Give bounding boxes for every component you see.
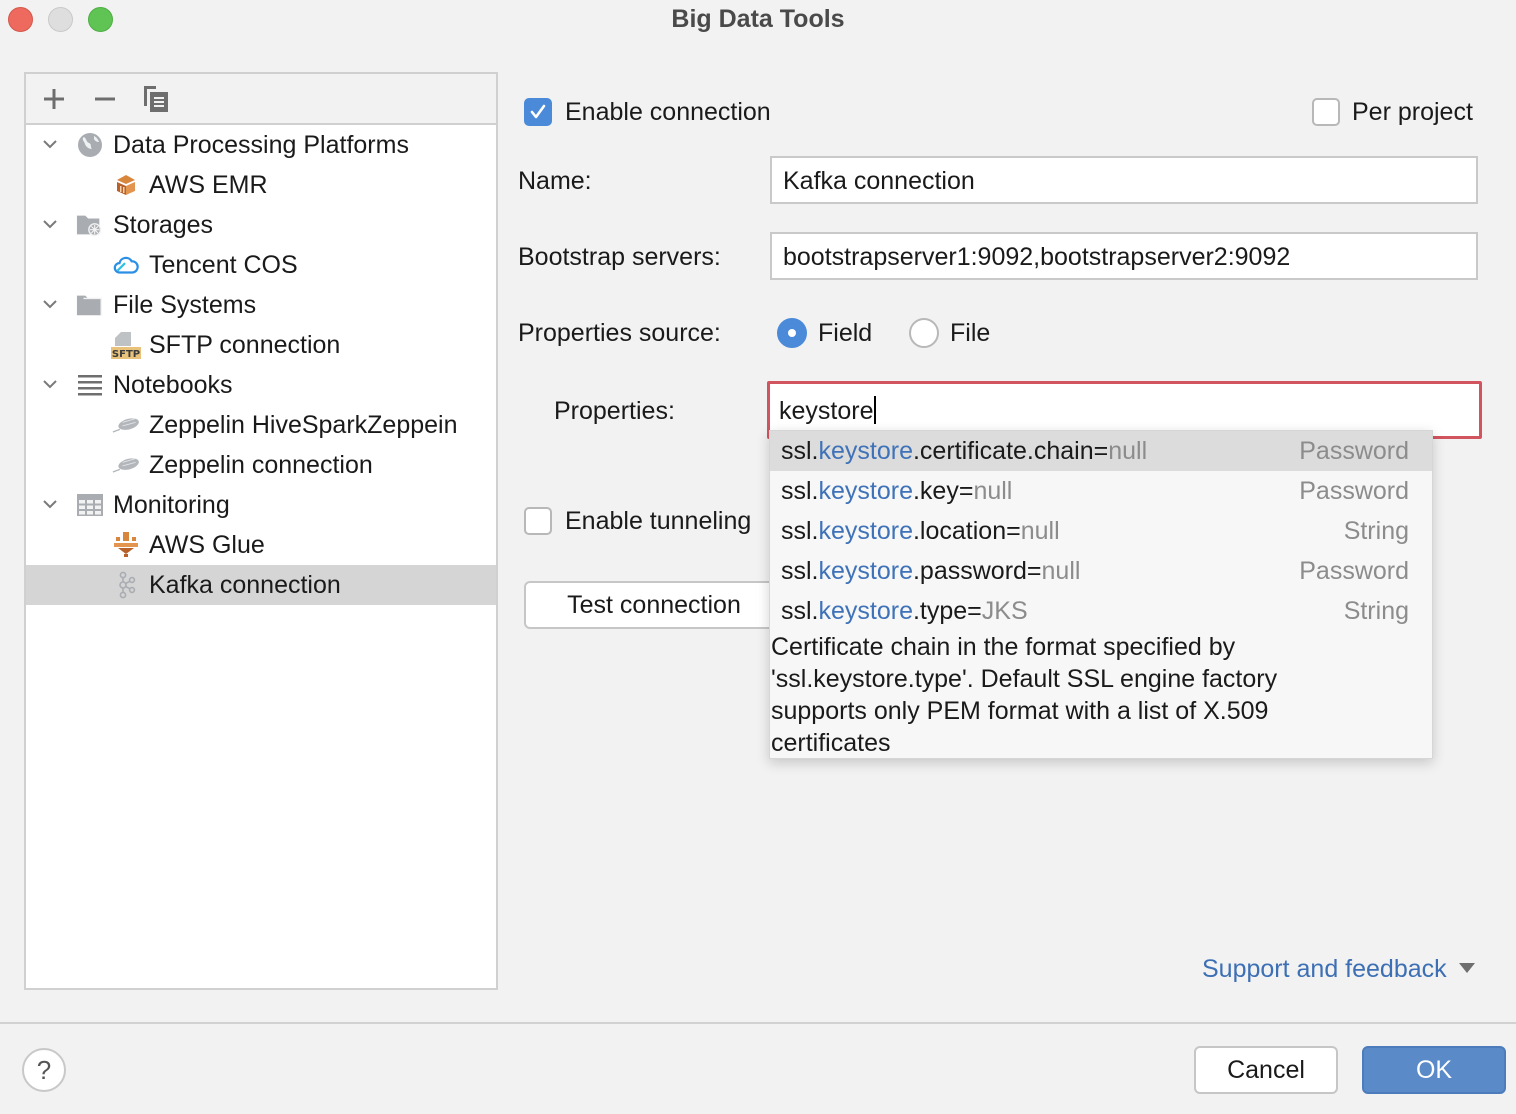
tree-item-aws-emr[interactable]: AWS EMR (26, 165, 496, 205)
tree-item-label: Tencent COS (149, 251, 298, 279)
properties-input-text: keystore (779, 397, 874, 425)
title-bar: Big Data Tools (0, 0, 1516, 40)
per-project-label: Per project (1352, 98, 1473, 126)
minus-icon (95, 97, 115, 101)
ok-button[interactable]: OK (1362, 1046, 1506, 1094)
completion-item-key: ssl.keystore.key=null (781, 477, 1013, 505)
completion-item-type: Password (1299, 477, 1409, 505)
tree-item-label: Notebooks (113, 371, 233, 399)
completion-item-key: ssl.keystore.type=JKS (781, 597, 1028, 625)
chevron-down-icon[interactable] (40, 214, 60, 234)
properties-source-field-label: Field (818, 319, 873, 347)
bootstrap-servers-input[interactable]: bootstrapserver1:9092,bootstrapserver2:9… (770, 232, 1478, 280)
test-connection-button[interactable]: Test connection (524, 581, 784, 629)
tree-group-notebooks[interactable]: Notebooks (26, 365, 496, 405)
tree-item-label: Storages (113, 211, 214, 239)
tree-item-aws-glue[interactable]: AWS Glue (26, 525, 496, 565)
properties-source-file-label: File (950, 319, 991, 347)
completion-item-key: ssl.keystore.location=null (781, 517, 1060, 545)
properties-label: Properties: (554, 397, 675, 425)
tree-item-label: Zeppelin connection (149, 451, 373, 479)
completion-item[interactable]: ssl.keystore.certificate.chain=null Pass… (770, 431, 1432, 471)
name-label: Name: (518, 167, 592, 195)
tree-group-storages[interactable]: Storages (26, 205, 496, 245)
zeppelin-icon (112, 451, 140, 479)
tencent-cloud-icon (112, 251, 140, 279)
completion-item-type: Password (1299, 437, 1409, 465)
tree-item-label: AWS EMR (149, 171, 268, 199)
globe-icon (76, 131, 104, 159)
completion-item-type: Password (1299, 557, 1409, 585)
enable-tunneling-label: Enable tunneling (565, 507, 752, 535)
chevron-down-icon[interactable] (40, 134, 60, 154)
chevron-down-icon[interactable] (40, 494, 60, 514)
storage-folder-icon (76, 211, 104, 239)
completion-item-type: String (1343, 597, 1409, 625)
tree-item-label: Kafka connection (149, 571, 341, 599)
tree-item-zeppelin-connection[interactable]: Zeppelin connection (26, 445, 496, 485)
completion-popup: ssl.keystore.certificate.chain=null Pass… (769, 430, 1433, 759)
tree-item-label: Monitoring (113, 491, 230, 519)
per-project-checkbox[interactable] (1312, 98, 1340, 126)
tree-item-label: File Systems (113, 291, 257, 319)
tree-group-monitoring[interactable]: Monitoring (26, 485, 496, 525)
tree-item-label: Data Processing Platforms (113, 131, 409, 159)
tree-item-sftp-connection[interactable]: SFTP SFTP connection (26, 325, 496, 365)
table-grid-icon (76, 491, 104, 519)
connections-tree-panel: Data Processing Platforms AWS EMR Storag… (24, 72, 498, 990)
properties-source-label: Properties source: (518, 319, 721, 347)
dropdown-arrow-icon (1458, 963, 1475, 973)
tree-group-data-processing-platforms[interactable]: Data Processing Platforms (26, 125, 496, 165)
support-and-feedback-link[interactable]: Support and feedback (1202, 955, 1476, 984)
text-caret (874, 396, 877, 424)
completion-item[interactable]: ssl.keystore.key=null Password (770, 471, 1432, 511)
checkmark-icon (530, 104, 546, 119)
completion-item-type: String (1343, 517, 1409, 545)
remove-connection-button[interactable] (88, 82, 122, 116)
tree-item-tencent-cos[interactable]: Tencent COS (26, 245, 496, 285)
tree-item-label: AWS Glue (149, 531, 265, 559)
tree-group-file-systems[interactable]: File Systems (26, 285, 496, 325)
completion-item[interactable]: ssl.keystore.type=JKS String (770, 591, 1432, 631)
enable-tunneling-checkbox[interactable] (524, 507, 552, 535)
window-title: Big Data Tools (671, 5, 845, 33)
zeppelin-icon (112, 411, 140, 439)
plus-icon (44, 89, 64, 109)
name-input[interactable]: Kafka connection (770, 156, 1478, 204)
completion-item-key: ssl.keystore.password=null (781, 557, 1081, 585)
aws-emr-icon (112, 171, 140, 199)
help-button[interactable]: ? (22, 1048, 66, 1092)
notebook-lines-icon (76, 371, 104, 399)
completion-item[interactable]: ssl.keystore.password=null Password (770, 551, 1432, 591)
aws-glue-icon (112, 531, 140, 559)
connections-tree: Data Processing Platforms AWS EMR Storag… (26, 125, 496, 605)
bootstrap-servers-label: Bootstrap servers: (518, 243, 721, 271)
tree-item-zeppelin-hivespark[interactable]: Zeppelin HiveSparkZeppein (26, 405, 496, 445)
copy-connection-button[interactable] (139, 82, 173, 116)
sftp-icon: SFTP (111, 331, 141, 359)
enable-connection-label: Enable connection (565, 98, 771, 126)
add-connection-button[interactable] (37, 82, 71, 116)
properties-source-file-radio[interactable] (909, 318, 939, 348)
enable-connection-checkbox[interactable] (524, 98, 552, 126)
support-and-feedback-label: Support and feedback (1202, 955, 1447, 983)
svg-text:SFTP: SFTP (112, 349, 140, 359)
cancel-button[interactable]: Cancel (1194, 1046, 1338, 1094)
properties-source-field-radio[interactable] (777, 318, 807, 348)
chevron-down-icon[interactable] (40, 374, 60, 394)
tree-item-label: SFTP connection (149, 331, 341, 359)
completion-item-key: ssl.keystore.certificate.chain=null (781, 437, 1148, 465)
folder-icon (76, 291, 104, 319)
copy-icon (144, 86, 168, 112)
completion-item[interactable]: ssl.keystore.location=null String (770, 511, 1432, 551)
tree-item-label: Zeppelin HiveSparkZeppein (149, 411, 458, 439)
completion-documentation: Certificate chain in the format specifie… (771, 633, 1278, 757)
tree-toolbar (26, 74, 496, 125)
kafka-icon (112, 571, 140, 599)
tree-item-kafka-connection[interactable]: Kafka connection (26, 565, 496, 605)
chevron-down-icon[interactable] (40, 294, 60, 314)
footer-separator (0, 1022, 1516, 1024)
